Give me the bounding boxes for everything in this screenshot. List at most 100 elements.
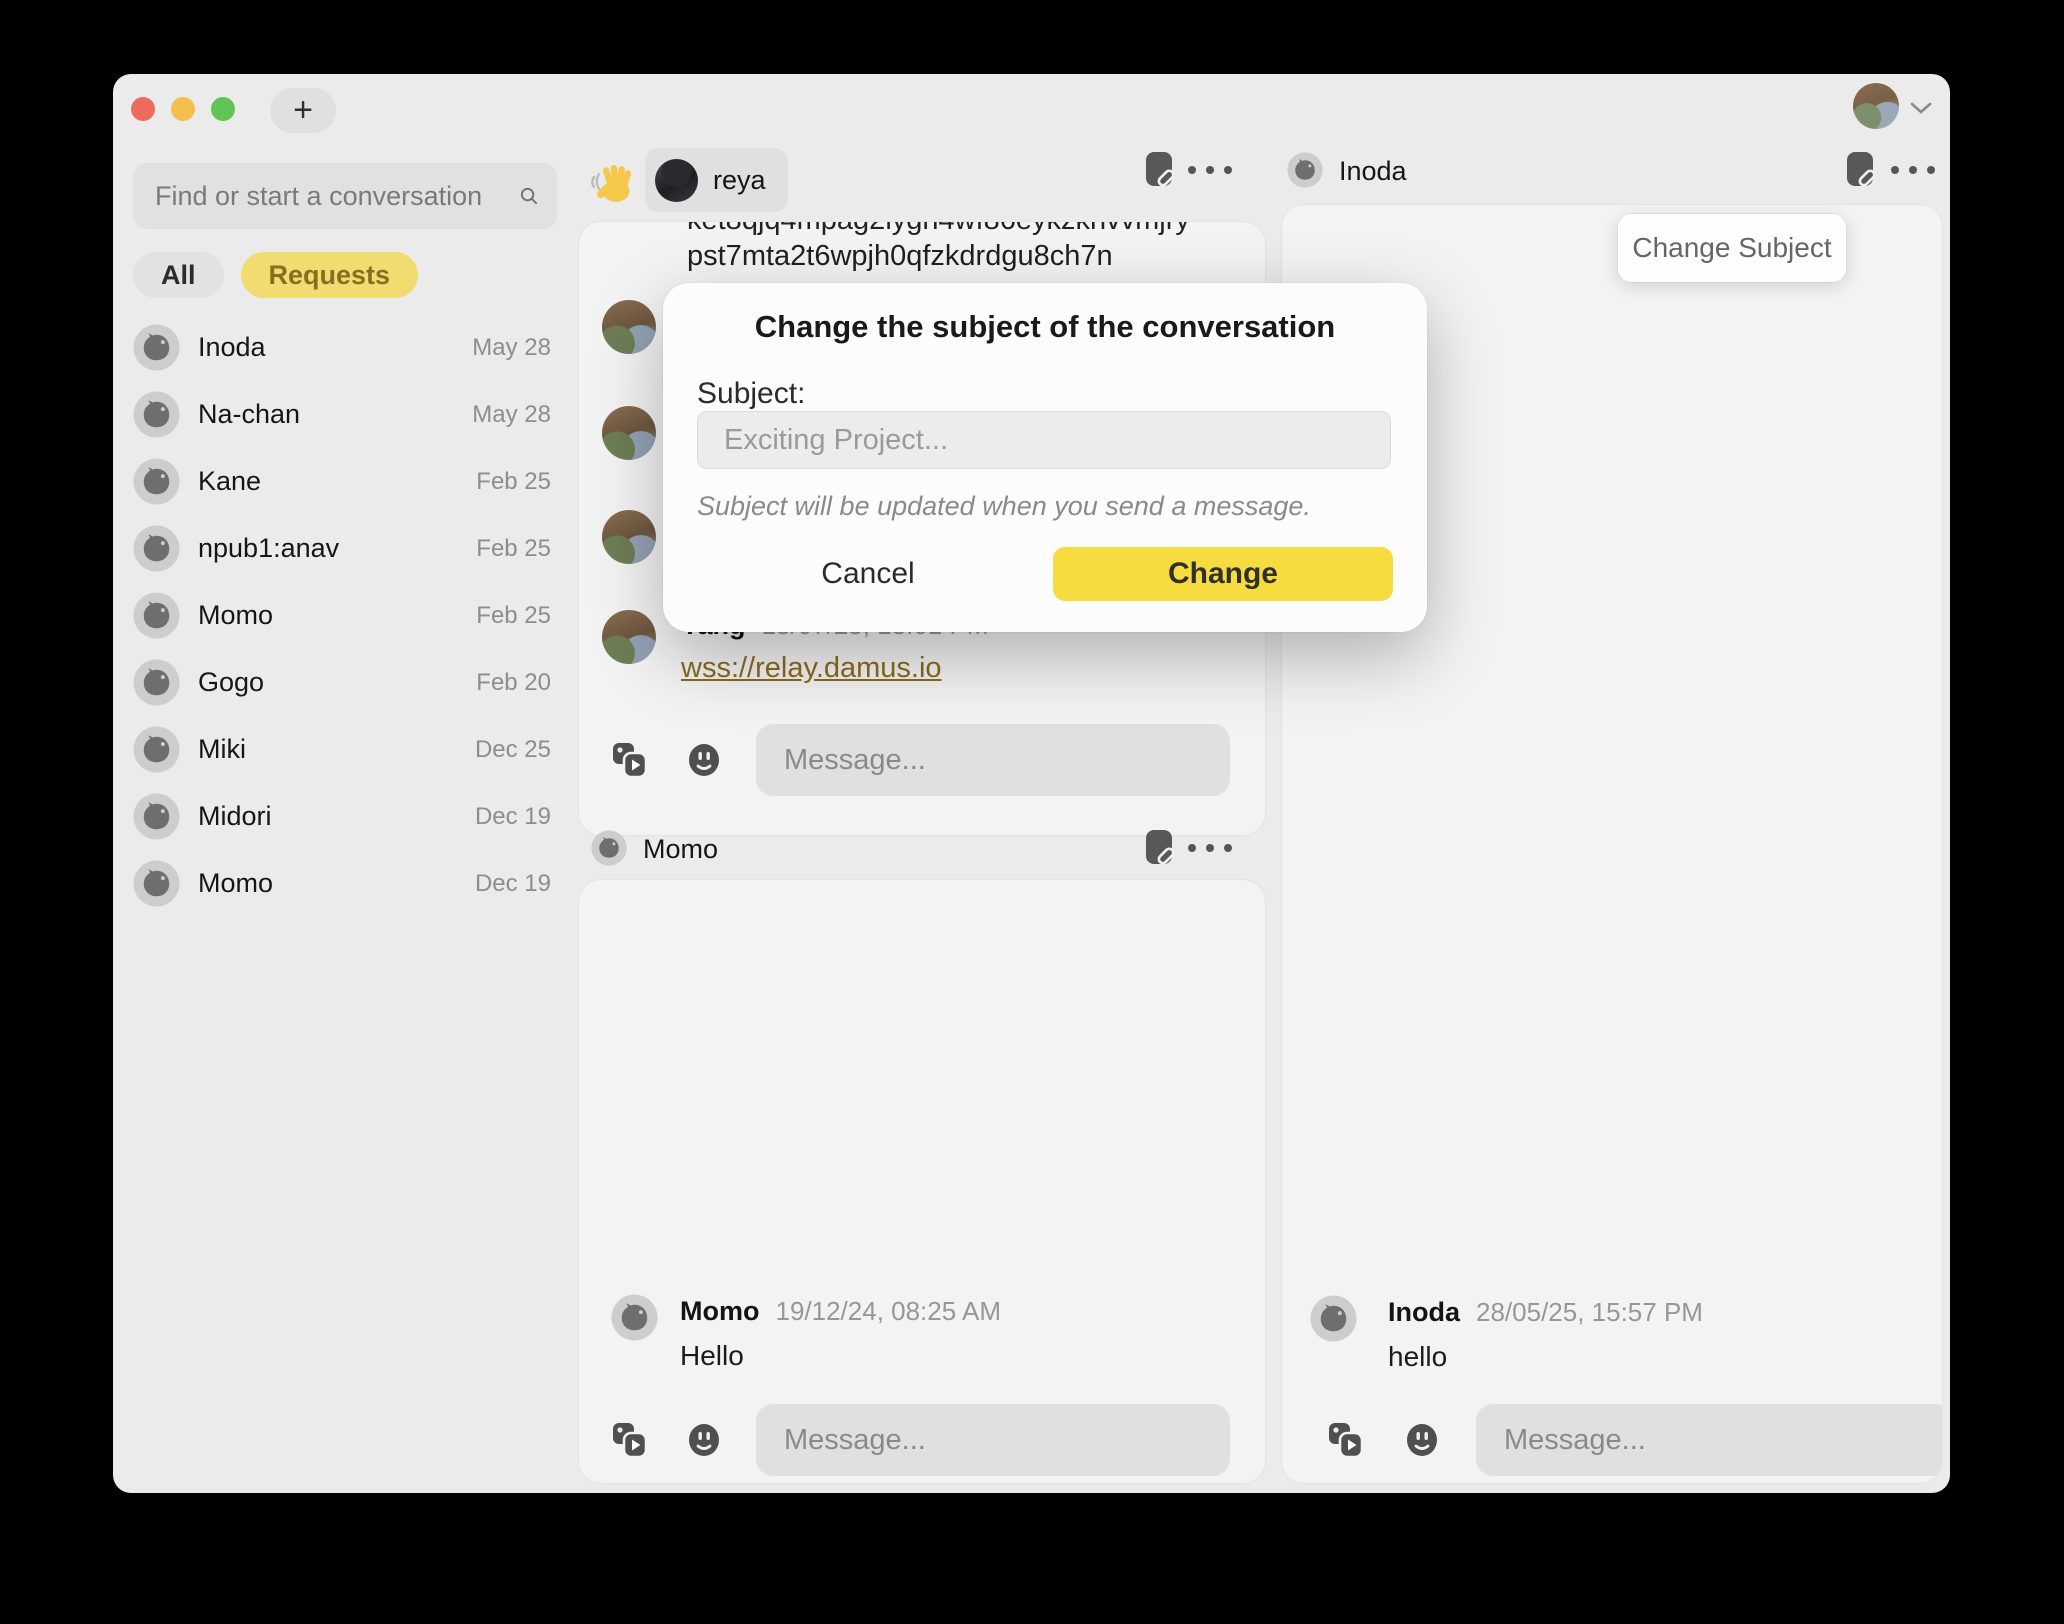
- default-avatar-icon: [133, 860, 180, 907]
- search-input[interactable]: [133, 181, 519, 212]
- list-item[interactable]: Kane Feb 25: [113, 448, 573, 515]
- reya-title: reya: [713, 165, 766, 196]
- default-avatar-icon: [133, 793, 180, 840]
- conversation-date: Dec 19: [475, 870, 551, 898]
- list-item[interactable]: npub1:anav Feb 25: [113, 515, 573, 582]
- reya-conversation-header[interactable]: reya: [645, 148, 788, 212]
- default-avatar-icon: [133, 324, 180, 371]
- zoom-window-button[interactable]: [211, 97, 235, 121]
- subject-label: Subject:: [697, 377, 805, 411]
- default-avatar-icon: [133, 592, 180, 639]
- inoda-title: Inoda: [1339, 156, 1407, 187]
- search-field[interactable]: [133, 163, 557, 229]
- message-text: hello: [1388, 1341, 1447, 1373]
- conversation-name: Momo: [198, 600, 476, 631]
- conversation-list: Inoda May 28 Na-chan May 28 Kane Feb 25 …: [113, 314, 573, 917]
- relay-link[interactable]: wss://relay.damus.io: [681, 652, 942, 685]
- emoji-picker-icon[interactable]: [1406, 1423, 1438, 1457]
- message-input[interactable]: [756, 1404, 1230, 1476]
- conversation-date: Feb 20: [476, 669, 551, 697]
- list-item[interactable]: Momo Feb 25: [113, 582, 573, 649]
- message-header: Inoda 28/05/25, 15:57 PM: [1388, 1297, 1703, 1328]
- change-subject-icon[interactable]: [1143, 828, 1177, 868]
- conversation-date: Dec 25: [475, 736, 551, 764]
- list-item[interactable]: Inoda May 28: [113, 314, 573, 381]
- inoda-avatar: [1287, 152, 1323, 188]
- attach-media-icon[interactable]: [1328, 1422, 1364, 1458]
- conversation-date: May 28: [472, 401, 551, 429]
- message-header: Momo 19/12/24, 08:25 AM: [680, 1296, 1001, 1327]
- default-avatar-icon: [133, 726, 180, 773]
- message-author: Inoda: [1388, 1297, 1460, 1327]
- conversation-name: npub1:anav: [198, 533, 476, 564]
- conversation-name: Na-chan: [198, 399, 472, 430]
- emoji-picker-icon[interactable]: [688, 743, 720, 777]
- reya-avatar: [655, 159, 698, 202]
- list-item[interactable]: Gogo Feb 20: [113, 649, 573, 716]
- attach-media-icon[interactable]: [612, 742, 648, 778]
- conversation-date: Feb 25: [476, 468, 551, 496]
- message-avatar: [611, 1294, 658, 1341]
- filter-requests[interactable]: Requests: [241, 252, 419, 298]
- message-text: Hello: [680, 1340, 744, 1372]
- conversation-date: Feb 25: [476, 535, 551, 563]
- message-avatar: [602, 300, 656, 354]
- momo-title: Momo: [643, 834, 718, 865]
- subject-input[interactable]: [697, 411, 1391, 469]
- change-button[interactable]: Change: [1053, 547, 1393, 601]
- message-avatar: [602, 510, 656, 564]
- cancel-button[interactable]: Cancel: [763, 547, 973, 601]
- subject-note: Subject will be updated when you send a …: [697, 491, 1311, 522]
- more-options-icon[interactable]: [1188, 828, 1232, 868]
- conversation-name: Gogo: [198, 667, 476, 698]
- default-avatar-icon: [133, 391, 180, 438]
- conversation-date: Feb 25: [476, 602, 551, 630]
- conversation-date: May 28: [472, 334, 551, 362]
- list-item[interactable]: Midori Dec 19: [113, 783, 573, 850]
- default-avatar-icon: [133, 458, 180, 505]
- conversation-name: Momo: [198, 868, 475, 899]
- more-options-icon[interactable]: [1891, 150, 1935, 190]
- change-subject-icon[interactable]: [1844, 150, 1878, 190]
- emoji-picker-icon[interactable]: [688, 1423, 720, 1457]
- message-timestamp: 19/12/24, 08:25 AM: [775, 1296, 1001, 1326]
- minimize-window-button[interactable]: [171, 97, 195, 121]
- conversation-name: Kane: [198, 466, 476, 497]
- conversation-name: Miki: [198, 734, 475, 765]
- message-avatar: [1310, 1295, 1357, 1342]
- momo-conversation-panel: Momo 19/12/24, 08:25 AM Hello: [579, 880, 1265, 1483]
- message-avatar: [602, 610, 656, 664]
- new-tab-button[interactable]: +: [270, 88, 336, 133]
- conversation-date: Dec 19: [475, 803, 551, 831]
- list-item[interactable]: Miki Dec 25: [113, 716, 573, 783]
- message-input[interactable]: [1476, 1404, 1942, 1476]
- attach-media-icon[interactable]: [612, 1422, 648, 1458]
- change-subject-icon[interactable]: [1143, 150, 1177, 190]
- list-item[interactable]: Na-chan May 28: [113, 381, 573, 448]
- message-timestamp: 28/05/25, 15:57 PM: [1476, 1297, 1703, 1327]
- message-author: Momo: [680, 1296, 759, 1326]
- filter-tabs: All Requests: [133, 252, 418, 298]
- account-avatar[interactable]: [1853, 83, 1899, 129]
- message-input[interactable]: [756, 724, 1230, 796]
- search-icon: [519, 182, 539, 210]
- change-subject-tooltip: Change Subject: [1618, 214, 1846, 282]
- app-window: + All Requests Inoda May 28 Na-chan May …: [113, 74, 1950, 1493]
- more-options-icon[interactable]: [1188, 150, 1232, 190]
- npub-text: pst7mta2t6wpjh0qfzkdrdgu8ch7n: [687, 240, 1113, 273]
- npub-text-clipped: ket8qjq4mpag2lygh4wf86eykzkhvvmjry: [687, 222, 1190, 237]
- list-item[interactable]: Momo Dec 19: [113, 850, 573, 917]
- default-avatar-icon: [133, 659, 180, 706]
- chevron-down-icon[interactable]: [1909, 100, 1933, 116]
- conversation-name: Inoda: [198, 332, 472, 363]
- close-window-button[interactable]: [131, 97, 155, 121]
- message-avatar: [602, 406, 656, 460]
- default-avatar-icon: [133, 525, 180, 572]
- conversation-name: Midori: [198, 801, 475, 832]
- plus-icon: +: [293, 91, 313, 130]
- change-subject-dialog: Change the subject of the conversation S…: [663, 283, 1427, 632]
- wave-emoji: [589, 162, 633, 206]
- filter-all[interactable]: All: [133, 252, 224, 298]
- momo-avatar: [591, 830, 627, 866]
- dialog-title: Change the subject of the conversation: [663, 309, 1427, 345]
